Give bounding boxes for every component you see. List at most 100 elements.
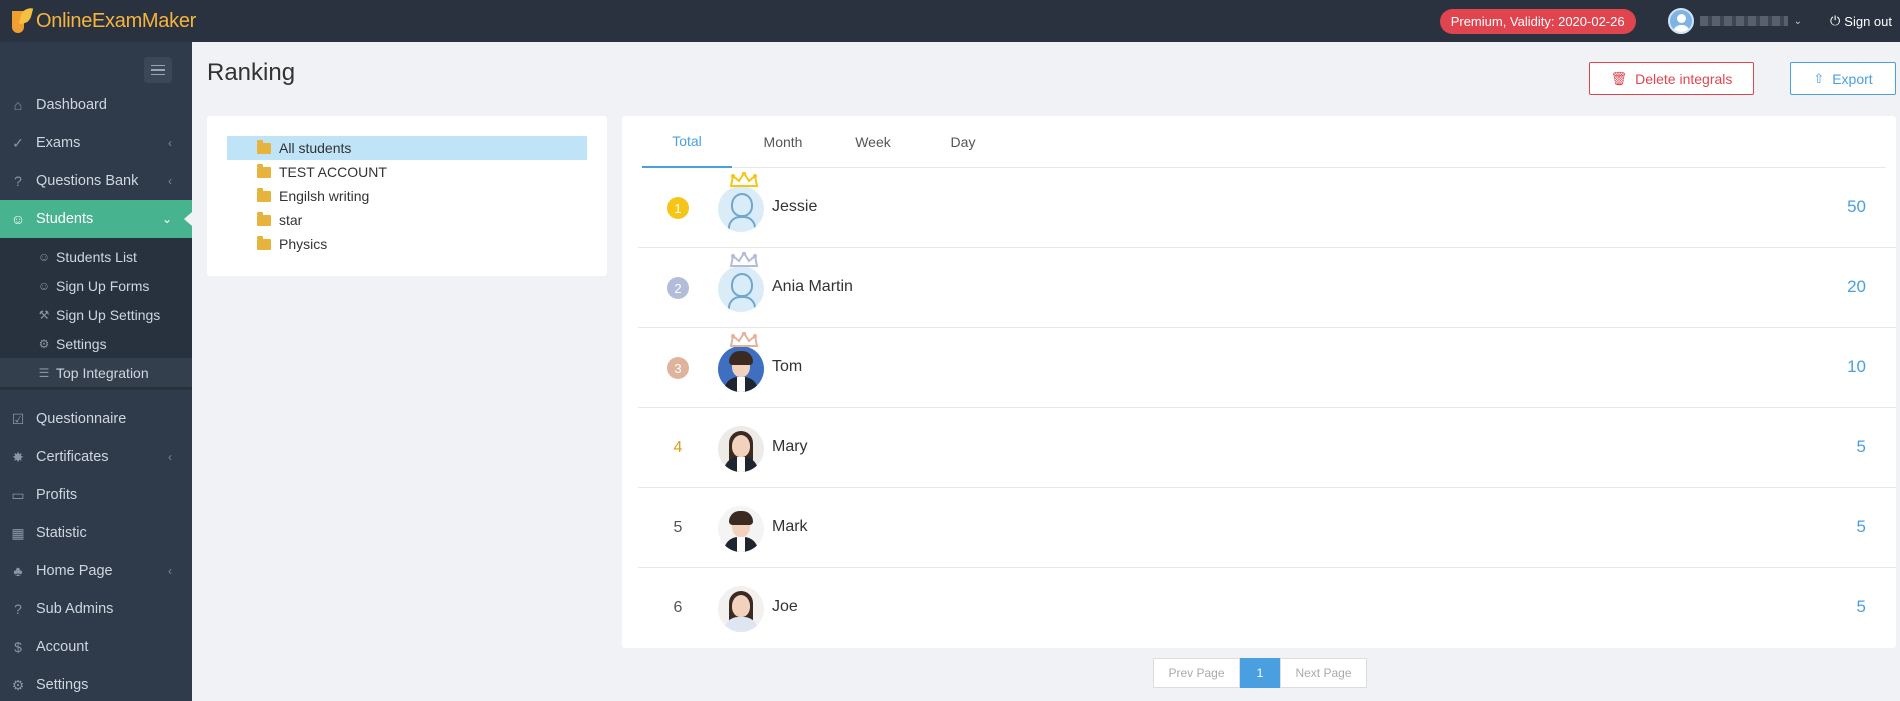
tab-total[interactable]: Total — [642, 116, 732, 168]
tab-month[interactable]: Month — [738, 116, 828, 168]
sidebar-item-questions-bank[interactable]: ? Questions Bank ‹ — [0, 162, 192, 200]
sidebar-item-label: Account — [36, 639, 89, 655]
chevron-left-icon: ‹ — [168, 450, 172, 464]
crown-icon — [729, 172, 759, 187]
logo-text: OnlineExamMaker — [36, 9, 197, 32]
tab-week[interactable]: Week — [828, 116, 918, 168]
group-item-all-students[interactable]: All students — [227, 136, 587, 160]
avatar — [718, 186, 764, 232]
student-name: Ania Martin — [772, 278, 853, 295]
ranking-row: 1 Jessie 50 — [638, 168, 1896, 248]
user-avatar[interactable] — [1667, 8, 1694, 34]
delete-integrals-button[interactable]: 🗑 Delete integrals — [1589, 62, 1754, 95]
prev-page-button[interactable]: Prev Page — [1153, 658, 1240, 688]
group-item-physics[interactable]: Physics — [227, 232, 587, 256]
sidebar-item-label: Settings — [36, 677, 89, 693]
top-bar: OnlineExamMaker Premium, Validity: 2020-… — [0, 0, 1900, 42]
badge-icon: ✸ — [12, 448, 24, 465]
sidebar-item-label: Questionnaire — [36, 411, 127, 427]
group-tree-panel: All students TEST ACCOUNT Engilsh writin… — [207, 116, 607, 276]
sidebar-item-exams[interactable]: ✓ Exams ‹ — [0, 124, 192, 162]
rank-number: 6 — [673, 599, 683, 616]
student-name: Jessie — [772, 198, 818, 215]
student-name: Tom — [772, 358, 803, 375]
sidebar-item-label: Statistic — [36, 525, 87, 541]
sidebar-item-label: Dashboard — [36, 97, 107, 113]
sidebar-item-dashboard[interactable]: ⌂ Dashboard — [0, 86, 192, 124]
checkbox-icon: ☑ — [11, 410, 25, 427]
chevron-left-icon: ‹ — [168, 174, 172, 188]
sidebar-item-label: Questions Bank — [36, 173, 139, 189]
logo-leaf-icon — [12, 6, 34, 35]
home-page-icon: ♣ — [13, 563, 23, 579]
bar-chart-icon: ▦ — [11, 524, 25, 541]
ranking-row: 3 Tom 10 — [638, 328, 1896, 408]
avatar — [718, 506, 764, 552]
student-score: 5 — [1856, 517, 1866, 536]
sidebar-item-questionnaire[interactable]: ☑ Questionnaire — [0, 400, 192, 438]
group-item-test-account[interactable]: TEST ACCOUNT — [227, 160, 587, 184]
group-item-star[interactable]: star — [227, 208, 587, 232]
folder-icon — [257, 163, 271, 178]
period-tabs: Total Month Week Day — [642, 116, 1886, 168]
page-number-button[interactable]: 1 — [1240, 658, 1280, 688]
folder-icon — [257, 235, 271, 250]
sidebar-subitem-sign-up-settings[interactable]: ⚒ Sign Up Settings — [0, 300, 192, 329]
avatar — [718, 346, 764, 392]
sidebar-item-certificates[interactable]: ✸ Certificates ‹ — [0, 438, 192, 476]
pagination: Prev Page 1 Next Page — [1153, 658, 1367, 688]
sidebar-item-statistic[interactable]: ▦ Statistic — [0, 514, 192, 552]
group-item-label: Engilsh writing — [279, 188, 370, 204]
sidebar-item-home-page[interactable]: ♣ Home Page ‹ — [0, 552, 192, 590]
students-submenu: ☺ Students List ☺ Sign Up Forms ⚒ Sign U… — [0, 238, 192, 390]
ranking-panel: Total Month Week Day 1 Jessie 50 2 Ania … — [622, 116, 1896, 648]
sidebar-item-account[interactable]: $ Account — [0, 628, 192, 666]
rank-medal: 3 — [667, 357, 689, 379]
sidebar-item-label: Certificates — [36, 449, 109, 465]
sidebar-subitem-label: Students List — [56, 248, 137, 265]
folder-icon — [257, 139, 271, 154]
folder-icon — [257, 187, 271, 202]
sidebar-item-label: Home Page — [36, 563, 113, 579]
sidebar-subitem-sign-up-forms[interactable]: ☺ Sign Up Forms — [0, 271, 192, 300]
dollar-icon: $ — [14, 639, 22, 655]
logo[interactable]: OnlineExamMaker — [12, 6, 197, 35]
tab-day[interactable]: Day — [918, 116, 1008, 168]
student-name: Mary — [772, 438, 808, 455]
avatar — [718, 426, 764, 472]
ranking-row: 2 Ania Martin 20 — [638, 248, 1896, 328]
sidebar-item-sub-admins[interactable]: ? Sub Admins — [0, 590, 192, 628]
sign-out-button[interactable]: ⏻ Sign out — [1830, 13, 1892, 29]
group-item-english-writing[interactable]: Engilsh writing — [227, 184, 587, 208]
sidebar-subitem-students-list[interactable]: ☺ Students List — [0, 242, 192, 271]
user-name-masked[interactable] — [1699, 16, 1788, 26]
question-circle-icon: ? — [14, 173, 22, 189]
upload-icon: ⇧ — [1813, 70, 1825, 86]
delete-integrals-label: Delete integrals — [1635, 70, 1733, 87]
ranking-row: 4 Mary 5 — [638, 408, 1896, 488]
sidebar-subitem-settings[interactable]: ⚙ Settings — [0, 329, 192, 358]
export-button[interactable]: ⇧ Export — [1790, 62, 1896, 95]
sign-out-label: Sign out — [1844, 13, 1892, 29]
next-page-button[interactable]: Next Page — [1280, 658, 1367, 688]
rank-medal: 1 — [667, 197, 689, 219]
chevron-left-icon: ‹ — [168, 136, 172, 150]
chevron-down-icon[interactable]: ⌄ — [1794, 16, 1802, 27]
gear-icon: ⚙ — [38, 336, 50, 351]
avatar — [718, 586, 764, 632]
sidebar-item-settings[interactable]: ⚙ Settings — [0, 666, 192, 701]
student-score: 50 — [1847, 197, 1866, 216]
sidebar-item-profits[interactable]: ▭ Profits — [0, 476, 192, 514]
crown-icon — [729, 332, 759, 347]
list-icon: ☰ — [38, 365, 50, 380]
crown-icon — [729, 252, 759, 267]
sidebar-subitem-top-integration[interactable]: ☰ Top Integration — [0, 358, 192, 387]
sidebar-item-students[interactable]: ☺ Students ⌄ — [0, 200, 192, 238]
sidebar-item-label: Students — [36, 211, 94, 227]
sidebar: ⌂ Dashboard ✓ Exams ‹ ? Questions Bank ‹… — [0, 42, 192, 701]
sidebar-subitem-label: Settings — [56, 335, 107, 352]
sidebar-toggle-button[interactable] — [144, 57, 172, 83]
sidebar-item-label: Exams — [36, 135, 81, 151]
sidebar-subitem-label: Sign Up Settings — [56, 306, 161, 323]
rank-medal: 2 — [667, 277, 689, 299]
